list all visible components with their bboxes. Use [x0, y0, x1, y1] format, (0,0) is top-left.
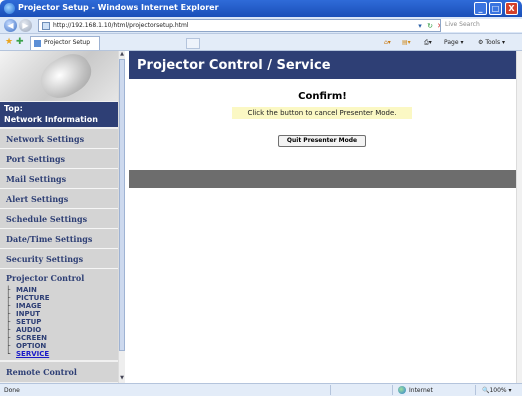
sidebar-item-mail-settings[interactable]: Mail Settings	[0, 169, 118, 189]
sidebar-item-label: Schedule Settings	[6, 214, 88, 224]
zoom-level[interactable]: 🔍100% ▾	[482, 386, 512, 395]
sidebar-item-label: Remote Control	[6, 367, 77, 377]
url-input[interactable]: http://192.168.1.10/html/projectorsetup.…	[38, 19, 522, 32]
sidebar: Top: Network Information Network Setting…	[0, 51, 125, 383]
quit-presenter-mode-button[interactable]: Quit Presenter Mode	[278, 135, 366, 147]
refresh-icon[interactable]: ↻	[425, 21, 435, 31]
lens-graphic	[33, 51, 99, 106]
search-input[interactable]: Live Search ⚲	[440, 19, 522, 32]
sidebar-item-label: Date/Time Settings	[6, 234, 93, 244]
ie-logo-icon	[4, 3, 15, 14]
window-titlebar: Projector Setup - Windows Internet Explo…	[0, 0, 522, 17]
zoom-value: 100%	[489, 387, 507, 394]
projector-banner-image	[0, 51, 118, 106]
sidebar-item-label: Port Settings	[6, 154, 66, 164]
main-scrollbar[interactable]	[516, 51, 522, 383]
window-title: Projector Setup - Windows Internet Explo…	[18, 3, 219, 12]
back-button[interactable]: ◀	[4, 19, 17, 32]
top-item-line2: Network Information	[4, 115, 98, 124]
scroll-up-icon[interactable]: ▲	[119, 51, 125, 58]
sidebar-scrollbar[interactable]: ▲ ▼	[118, 51, 125, 383]
tools-menu-label: Tools	[485, 39, 501, 46]
sidebar-item-security-settings[interactable]: Security Settings	[0, 249, 118, 269]
add-favorites-icon[interactable]: ✚	[16, 36, 24, 48]
page-menu[interactable]: Page ▾	[444, 37, 463, 48]
confirm-title: Confirm!	[298, 91, 347, 102]
sidebar-item-schedule-settings[interactable]: Schedule Settings	[0, 209, 118, 229]
dropdown-icon[interactable]: ▾	[415, 21, 425, 31]
globe-icon	[398, 386, 406, 394]
tab-bar: ★ ✚ Projector Setup ⌂▾ ▤▾ ⎙▾ Page ▾ ⚙ To…	[0, 34, 522, 51]
close-button[interactable]: X	[505, 2, 518, 15]
tools-menu[interactable]: ⚙ Tools ▾	[478, 37, 505, 48]
maximize-button[interactable]: □	[489, 2, 502, 15]
feeds-icon[interactable]: ▤▾	[402, 37, 411, 48]
tab-page-icon	[34, 40, 41, 47]
sidebar-item-port-settings[interactable]: Port Settings	[0, 149, 118, 169]
sidebar-item-top-network-information[interactable]: Top: Network Information	[0, 102, 118, 127]
tab-label: Projector Setup	[44, 39, 91, 46]
status-bar: Done Internet 🔍100% ▾	[0, 383, 522, 396]
sidebar-item-alert-settings[interactable]: Alert Settings	[0, 189, 118, 209]
confirm-message: Click the button to cancel Presenter Mod…	[232, 107, 412, 119]
scroll-down-icon[interactable]: ▼	[119, 375, 125, 382]
status-separator	[392, 385, 393, 395]
section-divider	[129, 170, 516, 188]
home-icon[interactable]: ⌂▾	[384, 37, 391, 48]
search-placeholder: Live Search	[445, 21, 480, 28]
page-menu-label: Page	[444, 39, 459, 46]
page-icon	[42, 22, 50, 30]
status-text: Done	[4, 387, 20, 394]
sidebar-item-network-settings[interactable]: Network Settings	[0, 129, 118, 149]
favorites-star-icon[interactable]: ★	[5, 36, 13, 48]
page-header: Projector Control / Service	[129, 51, 516, 79]
forward-button[interactable]: ▶	[19, 19, 32, 32]
subitem-service[interactable]: └ SERVICE	[6, 349, 49, 359]
print-icon[interactable]: ⎙▾	[424, 37, 432, 48]
new-tab-button[interactable]	[186, 38, 200, 49]
url-text: http://192.168.1.10/html/projectorsetup.…	[53, 22, 189, 29]
minimize-button[interactable]: _	[474, 2, 487, 15]
projector-control-heading[interactable]: Projector Control	[6, 273, 84, 283]
page-title: Projector Control / Service	[137, 58, 331, 73]
top-item-line1: Top:	[4, 104, 23, 113]
sidebar-item-datetime-settings[interactable]: Date/Time Settings	[0, 229, 118, 249]
forward-arrow-icon: ▶	[22, 21, 29, 30]
back-arrow-icon: ◀	[7, 21, 14, 30]
projector-control-section: Projector Control ├ MAIN ├ PICTURE ├ IMAGE …	[0, 269, 118, 360]
sidebar-scroll-thumb[interactable]	[119, 59, 125, 351]
sidebar-item-label: Security Settings	[6, 254, 84, 264]
security-zone: Internet	[409, 387, 433, 394]
sidebar-item-label: Mail Settings	[6, 174, 67, 184]
sidebar-item-label: Alert Settings	[6, 194, 69, 204]
tools-icon: ⚙	[478, 39, 484, 46]
sidebar-item-label: Network Settings	[6, 134, 85, 144]
address-bar: ◀ ▶ http://192.168.1.10/html/projectorse…	[0, 17, 522, 34]
main-content: Projector Control / Service Confirm! Cli…	[129, 51, 516, 383]
tab-projector-setup[interactable]: Projector Setup	[30, 36, 100, 50]
status-separator	[330, 385, 331, 395]
status-separator	[475, 385, 476, 395]
sidebar-item-remote-control[interactable]: Remote Control	[0, 362, 118, 382]
